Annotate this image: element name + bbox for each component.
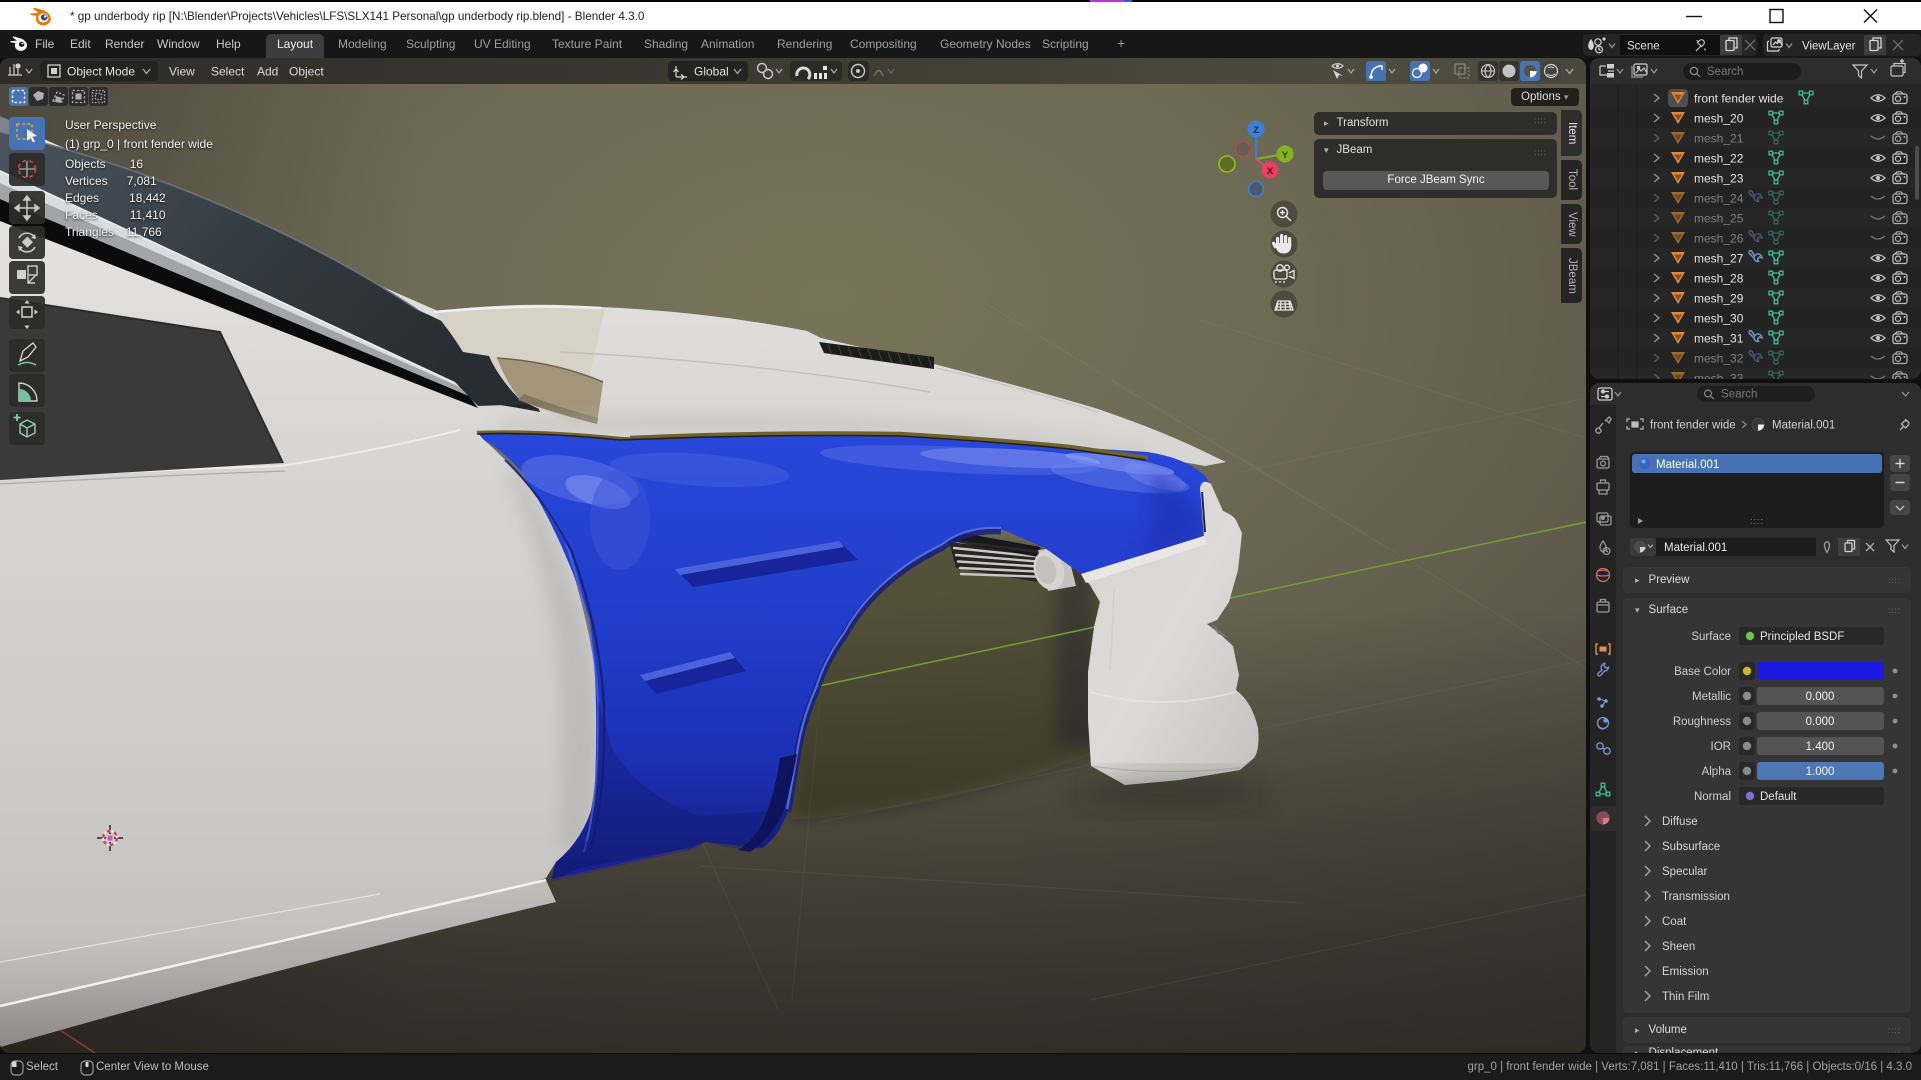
svg-text:Material.001: Material.001 — [1656, 459, 1719, 471]
svg-text:Diffuse: Diffuse — [1662, 816, 1698, 828]
svg-text:mesh_32: mesh_32 — [1694, 352, 1744, 366]
svg-text:Specular: Specular — [1662, 866, 1708, 878]
svg-text:ViewLayer: ViewLayer — [1802, 41, 1856, 53]
svg-text:Z: Z — [1253, 125, 1259, 136]
svg-text:mesh_25: mesh_25 — [1694, 212, 1744, 226]
svg-text:Subsurface: Subsurface — [1662, 841, 1720, 853]
svg-text:Search: Search — [1721, 389, 1757, 401]
svg-text:Coat: Coat — [1662, 916, 1687, 928]
svg-text:Scene: Scene — [1627, 41, 1660, 53]
svg-text:1.000: 1.000 — [1806, 766, 1835, 778]
svg-text:mesh_31: mesh_31 — [1694, 332, 1744, 346]
svg-text:Add: Add — [257, 65, 278, 79]
svg-text:mesh_28: mesh_28 — [1694, 272, 1744, 286]
svg-text:mesh_26: mesh_26 — [1694, 232, 1744, 246]
svg-text:Metallic: Metallic — [1692, 691, 1731, 703]
svg-text:Transmission: Transmission — [1662, 891, 1730, 903]
svg-text:0.000: 0.000 — [1806, 691, 1835, 703]
svg-text:0.000: 0.000 — [1806, 716, 1835, 728]
svg-text:front fender wide: front fender wide — [1694, 92, 1784, 106]
svg-text:mesh_29: mesh_29 — [1694, 292, 1744, 306]
svg-text:Thin Film: Thin Film — [1662, 991, 1709, 1003]
svg-text:mesh_23: mesh_23 — [1694, 172, 1744, 186]
svg-text:Global: Global — [694, 65, 729, 79]
svg-text:Material.001: Material.001 — [1664, 542, 1727, 554]
svg-text:Normal: Normal — [1694, 791, 1731, 803]
svg-text:mesh_21: mesh_21 — [1694, 132, 1744, 146]
svg-text:Base Color: Base Color — [1674, 666, 1731, 678]
svg-text:Emission: Emission — [1662, 966, 1709, 978]
svg-text:mesh_33: mesh_33 — [1694, 372, 1744, 380]
svg-text:Select: Select — [211, 65, 245, 79]
svg-text:::::: :::: — [1750, 516, 1764, 526]
svg-text:Roughness: Roughness — [1673, 716, 1731, 728]
svg-text:Object Mode: Object Mode — [67, 65, 135, 79]
svg-text:View: View — [169, 65, 195, 79]
svg-text:1.400: 1.400 — [1806, 741, 1835, 753]
svg-text:mesh_30: mesh_30 — [1694, 312, 1744, 326]
svg-text:Default: Default — [1760, 791, 1797, 803]
svg-text:Y: Y — [1282, 150, 1289, 161]
svg-text:mesh_24: mesh_24 — [1694, 192, 1744, 206]
svg-text:Alpha: Alpha — [1702, 766, 1732, 778]
svg-text:mesh_20: mesh_20 — [1694, 112, 1744, 126]
svg-text:Principled BSDF: Principled BSDF — [1760, 631, 1844, 643]
svg-text:Material.001: Material.001 — [1772, 420, 1835, 432]
svg-text:mesh_22: mesh_22 — [1694, 152, 1744, 166]
svg-text:mesh_27: mesh_27 — [1694, 252, 1744, 266]
svg-text:Surface: Surface — [1691, 631, 1731, 643]
svg-text:Object: Object — [289, 65, 324, 79]
svg-text:IOR: IOR — [1711, 741, 1731, 753]
svg-text:front fender wide: front fender wide — [1650, 420, 1736, 432]
svg-text:X: X — [1267, 166, 1274, 177]
svg-text:Sheen: Sheen — [1662, 941, 1695, 953]
